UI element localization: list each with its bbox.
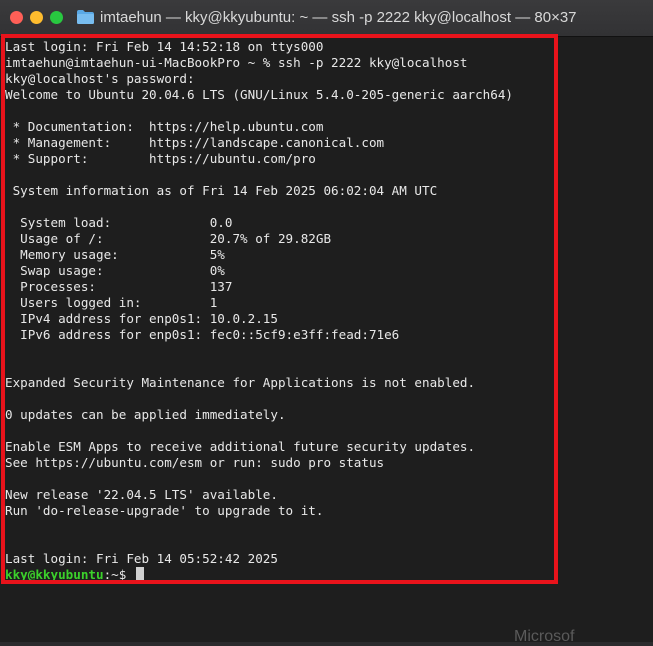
background-window-text: Microsof	[514, 628, 575, 645]
minimize-window-button[interactable]	[30, 11, 43, 24]
close-window-button[interactable]	[10, 11, 23, 24]
folder-icon	[77, 10, 94, 24]
highlight-annotation-box	[1, 34, 558, 584]
window-title: imtaehun — kky@kkyubuntu: ~ — ssh -p 222…	[100, 9, 577, 26]
title-bar[interactable]: imtaehun — kky@kkyubuntu: ~ — ssh -p 222…	[0, 0, 653, 37]
maximize-window-button[interactable]	[50, 11, 63, 24]
terminal-window: imtaehun — kky@kkyubuntu: ~ — ssh -p 222…	[0, 0, 653, 645]
